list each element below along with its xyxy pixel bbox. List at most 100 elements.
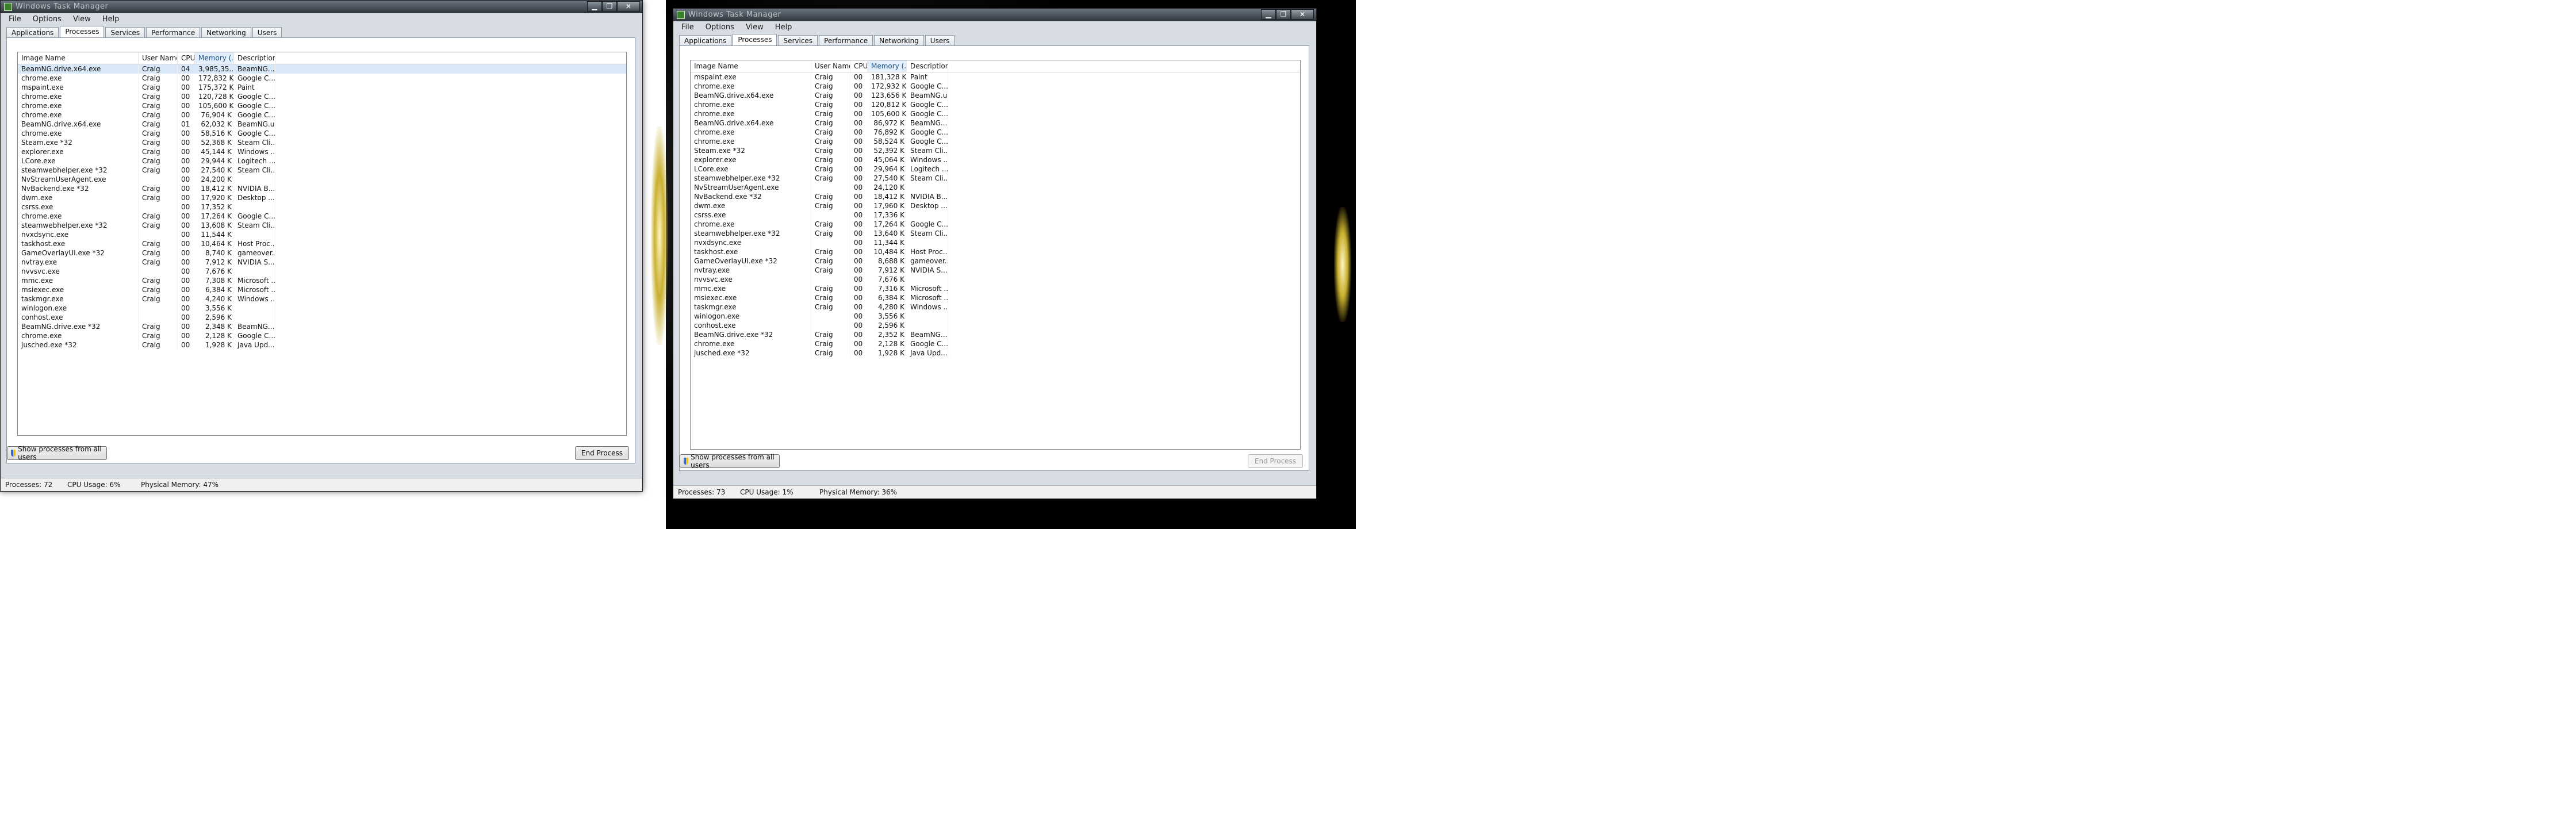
- table-row[interactable]: nvxdsync.exe 00 11,544 K: [18, 230, 626, 239]
- menu-file[interactable]: File: [3, 14, 27, 25]
- table-row[interactable]: nvxdsync.exe 00 11,344 K: [691, 238, 1300, 247]
- maximize-button[interactable]: ❐: [1276, 9, 1291, 20]
- table-row[interactable]: chrome.exe Craig 00 76,904 K Google C...: [18, 110, 626, 120]
- table-row[interactable]: BeamNG.drive.exe *32 Craig 00 2,348 K BeamNG…: [18, 322, 626, 331]
- table-row[interactable]: dwm.exe Craig 00 17,960 K Desktop ...: [691, 201, 1300, 210]
- table-row[interactable]: steamwebhelper.exe *32 Craig 00 13,640 K Ste…: [691, 229, 1300, 238]
- table-row[interactable]: chrome.exe Craig 00 17,264 K Google C...: [691, 220, 1300, 229]
- table-row[interactable]: chrome.exe Craig 00 172,832 K Google C...: [18, 74, 626, 83]
- show-all-processes-button[interactable]: Show processes from all users: [680, 453, 780, 469]
- table-row[interactable]: chrome.exe Craig 00 58,516 K Google C...: [18, 129, 626, 138]
- table-row[interactable]: nvvsvc.exe 00 7,676 K: [691, 275, 1300, 284]
- column-description[interactable]: Description: [907, 60, 948, 72]
- table-row[interactable]: LCore.exe Craig 00 29,964 K Logitech ...: [691, 164, 1300, 174]
- table-row[interactable]: chrome.exe Craig 00 76,892 K Google C...: [691, 128, 1300, 137]
- menu-view[interactable]: View: [67, 14, 97, 25]
- table-row[interactable]: steamwebhelper.exe *32 Craig 00 13,608 K Ste…: [18, 221, 626, 230]
- table-row[interactable]: nvtray.exe Craig 00 7,912 K NVIDIA S...: [18, 258, 626, 267]
- table-row[interactable]: chrome.exe Craig 00 58,524 K Google C...: [691, 137, 1300, 146]
- table-row[interactable]: taskmgr.exe Craig 00 4,280 K Windows ...: [691, 302, 1300, 312]
- minimize-button[interactable]: ▁: [1261, 9, 1276, 20]
- table-row[interactable]: taskmgr.exe Craig 00 4,240 K Windows ...: [18, 294, 626, 304]
- table-row[interactable]: BeamNG.drive.x64.exe Craig 00 86,972 K BeamN…: [691, 118, 1300, 128]
- end-process-button[interactable]: End Process: [1248, 454, 1303, 468]
- process-list[interactable]: Image Name User Name CPU Memory (... Des…: [690, 60, 1301, 450]
- table-row[interactable]: winlogon.exe 00 3,556 K: [18, 304, 626, 313]
- table-row[interactable]: Steam.exe *32 Craig 00 52,392 K Steam Cli...: [691, 146, 1300, 155]
- end-process-button[interactable]: End Process: [575, 446, 629, 460]
- table-row[interactable]: csrss.exe 00 17,352 K: [18, 202, 626, 212]
- table-row[interactable]: LCore.exe Craig 00 29,944 K Logitech ...: [18, 156, 626, 166]
- menu-options[interactable]: Options: [27, 14, 67, 25]
- table-row[interactable]: explorer.exe Craig 00 45,064 K Windows ...: [691, 155, 1300, 164]
- table-row[interactable]: BeamNG.drive.x64.exe Craig 00 123,656 K Beam…: [691, 91, 1300, 100]
- table-row[interactable]: conhost.exe 00 2,596 K: [18, 313, 626, 322]
- process-list[interactable]: Image Name User Name CPU Memory (... Des…: [17, 52, 627, 436]
- process-cpu: 00: [854, 248, 863, 256]
- column-description[interactable]: Description: [234, 52, 275, 64]
- table-row[interactable]: chrome.exe Craig 00 17,264 K Google C...: [18, 212, 626, 221]
- column-image-name[interactable]: Image Name: [691, 60, 811, 72]
- table-row[interactable]: BeamNG.drive.x64.exe Craig 04 3,985,35... Be…: [18, 64, 626, 74]
- table-row[interactable]: chrome.exe Craig 00 105,600 K Google C...: [691, 109, 1300, 118]
- table-row[interactable]: chrome.exe Craig 00 120,728 K Google C...: [18, 92, 626, 101]
- table-row[interactable]: steamwebhelper.exe *32 Craig 00 27,540 K Ste…: [691, 174, 1300, 183]
- table-row[interactable]: nvtray.exe Craig 00 7,912 K NVIDIA S...: [691, 266, 1300, 275]
- table-row[interactable]: conhost.exe 00 2,596 K: [691, 321, 1300, 330]
- table-row[interactable]: jusched.exe *32 Craig 00 1,928 K Java Upd...: [691, 348, 1300, 358]
- table-row[interactable]: dwm.exe Craig 00 17,920 K Desktop ...: [18, 193, 626, 202]
- menu-file[interactable]: File: [676, 22, 700, 33]
- table-row[interactable]: mmc.exe Craig 00 7,308 K Microsoft ...: [18, 276, 626, 285]
- title-bar[interactable]: Windows Task Manager ▁ ❐ ✕: [1, 1, 642, 13]
- table-row[interactable]: msiexec.exe Craig 00 6,384 K Microsoft ...: [691, 293, 1300, 302]
- table-row[interactable]: taskhost.exe Craig 00 10,484 K Host Proc...: [691, 247, 1300, 256]
- title-bar[interactable]: Windows Task Manager ▁ ❐ ✕: [673, 9, 1316, 21]
- table-row[interactable]: explorer.exe Craig 00 45,144 K Windows ...: [18, 147, 626, 156]
- table-row[interactable]: BeamNG.drive.exe *32 Craig 00 2,352 K BeamNG…: [691, 330, 1300, 339]
- menu-options[interactable]: Options: [700, 22, 740, 33]
- menu-view[interactable]: View: [740, 22, 769, 33]
- show-all-processes-button[interactable]: Show processes from all users: [7, 445, 107, 461]
- maximize-button[interactable]: ❐: [602, 1, 617, 12]
- table-row[interactable]: NvStreamUserAgent.exe 00 24,120 K: [691, 183, 1300, 192]
- table-row[interactable]: nvvsvc.exe 00 7,676 K: [18, 267, 626, 276]
- menu-help[interactable]: Help: [97, 14, 125, 25]
- table-row[interactable]: winlogon.exe 00 3,556 K: [691, 312, 1300, 321]
- table-row[interactable]: GameOverlayUI.exe *32 Craig 00 8,740 Kgameo…: [18, 248, 626, 258]
- table-row[interactable]: NvStreamUserAgent.exe 00 24,200 K: [18, 175, 626, 184]
- table-row[interactable]: chrome.exe Craig 00 2,128 K Google C...: [691, 339, 1300, 348]
- process-description: Steam Cli...: [234, 138, 275, 147]
- table-row[interactable]: jusched.exe *32 Craig 00 1,928 K Java Upd...: [18, 340, 626, 350]
- table-row[interactable]: NvBackend.exe *32 Craig 00 18,412 K NVIDIA B…: [18, 184, 626, 193]
- process-cpu: 00: [854, 294, 863, 302]
- column-memory[interactable]: Memory (...: [868, 60, 907, 72]
- table-row[interactable]: msiexec.exe Craig 00 6,384 K Microsoft ...: [18, 285, 626, 294]
- column-memory[interactable]: Memory (...: [195, 52, 234, 64]
- table-row[interactable]: mmc.exe Craig 00 7,316 K Microsoft ...: [691, 284, 1300, 293]
- table-row[interactable]: taskhost.exe Craig 00 10,464 K Host Proc...: [18, 239, 626, 248]
- close-button[interactable]: ✕: [617, 1, 640, 12]
- table-row[interactable]: NvBackend.exe *32 Craig 00 18,412 K NVIDIA B…: [691, 192, 1300, 201]
- table-row[interactable]: chrome.exe Craig 00 172,932 K Google C...: [691, 82, 1300, 91]
- column-cpu[interactable]: CPU: [178, 52, 195, 64]
- column-image-name[interactable]: Image Name: [18, 52, 139, 64]
- process-memory: 24,120 K: [873, 183, 904, 191]
- table-row[interactable]: mspaint.exe Craig 00 181,328 K Paint: [691, 72, 1300, 82]
- table-row[interactable]: chrome.exe Craig 00 120,812 K Google C...: [691, 100, 1300, 109]
- table-row[interactable]: steamwebhelper.exe *32 Craig 00 27,540 K Ste…: [18, 166, 626, 175]
- table-row[interactable]: csrss.exe 00 17,336 K: [691, 210, 1300, 220]
- column-cpu[interactable]: CPU: [850, 60, 868, 72]
- minimize-button[interactable]: ▁: [587, 1, 602, 12]
- table-row[interactable]: Steam.exe *32 Craig 00 52,368 K Steam Cli...: [18, 138, 626, 147]
- process-description: [907, 275, 948, 284]
- column-user-name[interactable]: User Name: [811, 60, 850, 72]
- table-row[interactable]: chrome.exe Craig 00 105,600 K Google C...: [18, 101, 626, 110]
- table-row[interactable]: GameOverlayUI.exe *32 Craig 00 8,688 Kgameo…: [691, 256, 1300, 266]
- menu-help[interactable]: Help: [769, 22, 798, 33]
- close-button[interactable]: ✕: [1291, 9, 1314, 20]
- column-user-name[interactable]: User Name: [139, 52, 178, 64]
- table-row[interactable]: chrome.exe Craig 00 2,128 K Google C...: [18, 331, 626, 340]
- table-row[interactable]: BeamNG.drive.x64.exe Craig 01 62,032 K BeamN…: [18, 120, 626, 129]
- process-cpu: 00: [854, 312, 863, 320]
- table-row[interactable]: mspaint.exe Craig 00 175,372 K Paint: [18, 83, 626, 92]
